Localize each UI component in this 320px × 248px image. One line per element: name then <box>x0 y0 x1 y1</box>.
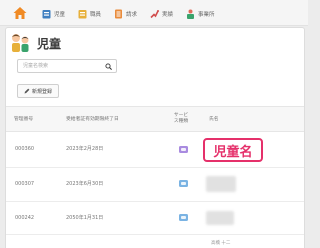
staff-icon <box>78 9 87 18</box>
child-name-callout: 児童名 <box>203 138 263 162</box>
invoice-icon <box>115 9 122 18</box>
children-group-icon <box>12 34 29 52</box>
header-service[interactable]: サービス種類 <box>172 113 190 125</box>
table-header: 管理番号 受給者証有効期限終了日 サービス種類 氏名 <box>6 106 304 132</box>
table-row[interactable]: 高橋 十二 <box>6 235 304 248</box>
blurred-name <box>206 176 236 192</box>
table-row[interactable]: 000307 2023年6月30日 <box>6 168 304 202</box>
service-type-icon <box>179 180 188 187</box>
header-name[interactable]: 氏名 <box>209 117 219 123</box>
row-number: 000360 <box>15 146 35 152</box>
row-number: 000307 <box>15 181 35 187</box>
office-icon <box>187 9 194 19</box>
nav-item-office[interactable]: 事業所 <box>186 7 215 20</box>
child-icon <box>42 9 51 18</box>
search-placeholder: 児童名検索 <box>23 63 49 69</box>
home-icon[interactable] <box>12 5 28 21</box>
page-title-text: 児童 <box>37 36 62 51</box>
service-type-icon <box>179 146 188 153</box>
top-navigation: 児童 職員 請求 実績 事業所 <box>0 0 308 26</box>
row-date: 2023年6月30日 <box>66 181 104 187</box>
pencil-icon <box>24 88 30 94</box>
table-row[interactable]: 000242 2050年1月31日 <box>6 202 304 235</box>
nav-item-children[interactable]: 児童 <box>42 7 65 20</box>
nav-item-staff[interactable]: 職員 <box>78 7 101 20</box>
header-number[interactable]: 管理番号 <box>14 117 33 123</box>
new-registration-button[interactable]: 新規登録 <box>17 84 59 98</box>
nav-item-invoice[interactable]: 請求 <box>114 7 137 20</box>
page-title: 児童 <box>9 31 61 55</box>
row-number: 000242 <box>15 215 35 221</box>
header-cert-date[interactable]: 受給者証有効期限終了日 <box>66 117 119 123</box>
row-name-partial: 高橋 十二 <box>211 241 231 246</box>
search-input[interactable]: 児童名検索 <box>17 59 117 73</box>
service-type-icon <box>179 214 188 221</box>
row-date: 2023年2月28日 <box>66 146 104 152</box>
search-icon[interactable] <box>105 63 112 70</box>
nav-item-records[interactable]: 実績 <box>150 7 173 20</box>
row-date: 2050年1月31日 <box>66 215 104 221</box>
blurred-name <box>206 211 234 225</box>
record-icon <box>150 9 159 18</box>
